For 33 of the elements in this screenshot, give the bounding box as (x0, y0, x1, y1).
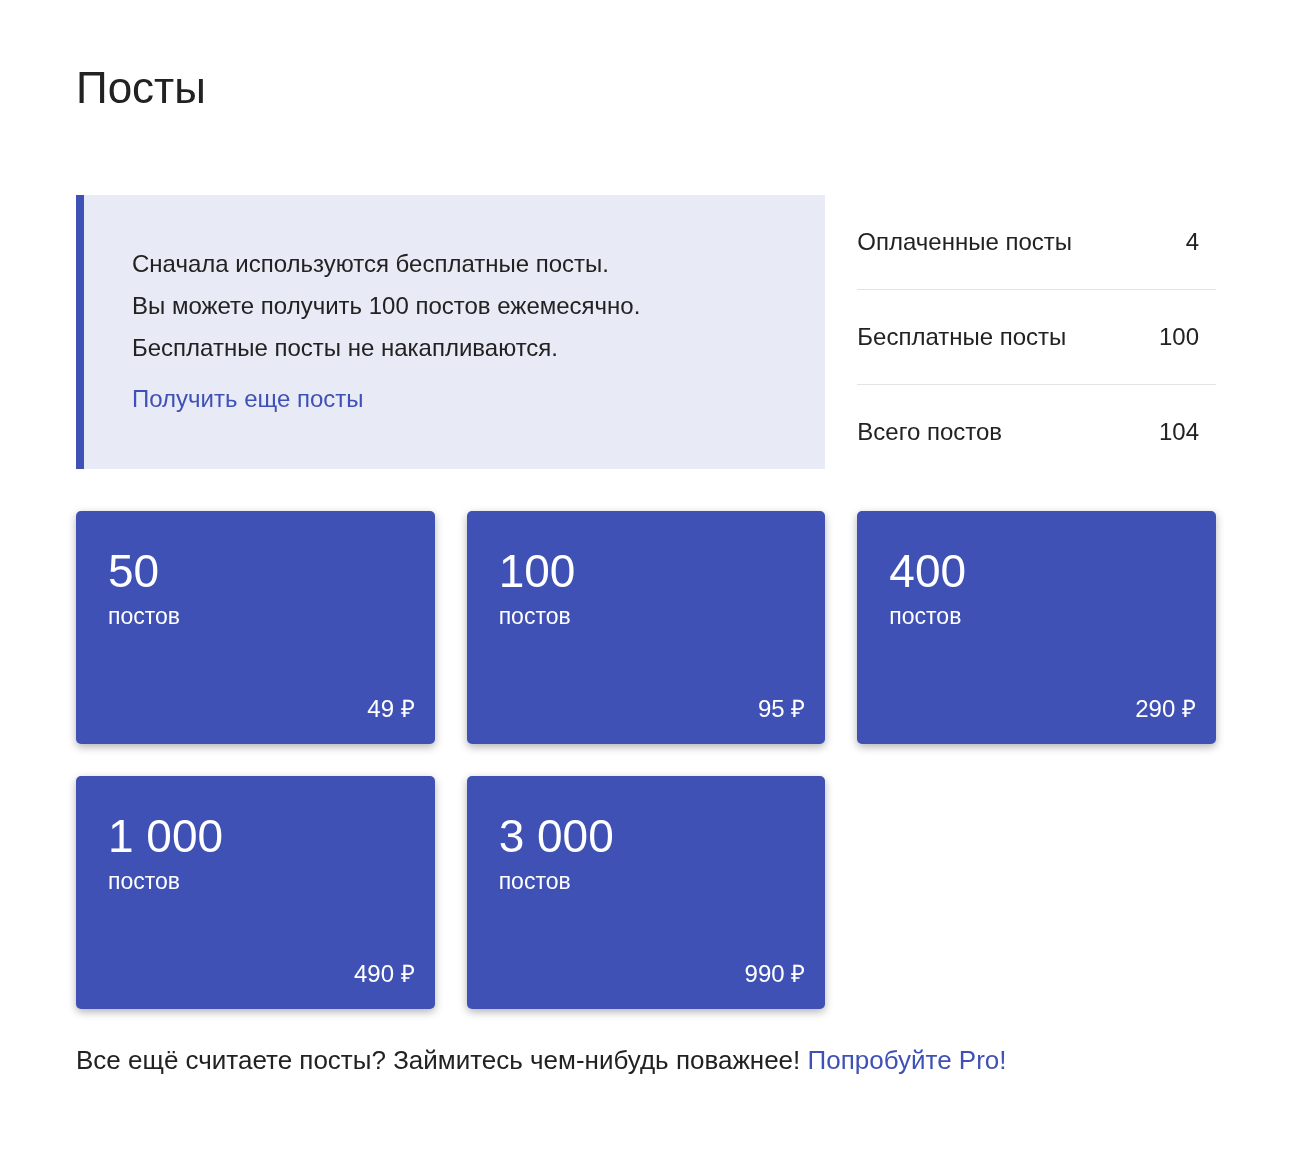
package-unit: постов (498, 866, 572, 896)
stat-label: Всего постов (857, 417, 1003, 446)
package-price: 290 ₽ (1135, 693, 1196, 724)
package-count: 100 (498, 544, 577, 597)
try-pro-link[interactable]: Попробуйте Pro! (807, 1044, 1007, 1075)
package-count: 3 000 (498, 809, 615, 862)
stat-label: Бесплатные посты (857, 322, 1067, 351)
package-price: 990 ₽ (744, 958, 806, 989)
package-unit: постов (108, 601, 182, 631)
package-unit: постов (498, 601, 572, 631)
package-price: 95 ₽ (757, 693, 806, 724)
package-price: 490 ₽ (353, 958, 415, 989)
package-card[interactable]: 100 постов 95 ₽ (466, 510, 826, 744)
stat-value: 4 (1185, 227, 1199, 256)
get-more-link[interactable]: Получить еще посты (132, 382, 364, 415)
stat-value: 104 (1158, 417, 1199, 446)
info-text: Сначала используются бесплатные посты. (132, 248, 609, 279)
package-card[interactable]: 400 постов 290 ₽ (857, 510, 1216, 744)
package-card[interactable]: 1 000 постов 490 ₽ (76, 775, 435, 1009)
package-card[interactable]: 3 000 постов 990 ₽ (466, 775, 826, 1009)
package-unit: постов (108, 866, 182, 896)
page-title: Посты (76, 62, 207, 114)
info-text: Вы можете получить 100 постов ежемесячно. (132, 290, 641, 321)
package-unit: постов (889, 601, 963, 631)
package-count: 400 (889, 544, 968, 597)
stat-label: Оплаченные посты (857, 227, 1073, 256)
package-price: 49 ₽ (367, 693, 415, 724)
info-text: Бесплатные посты не накапливаются. (132, 332, 559, 363)
package-count: 1 000 (108, 809, 225, 862)
footer-text: Все ещё считаете посты? Займитесь чем-нибудь поважнее! (76, 1044, 801, 1075)
package-card[interactable]: 50 постов 49 ₽ (76, 510, 435, 744)
stat-value: 100 (1158, 322, 1199, 351)
package-count: 50 (108, 544, 161, 597)
